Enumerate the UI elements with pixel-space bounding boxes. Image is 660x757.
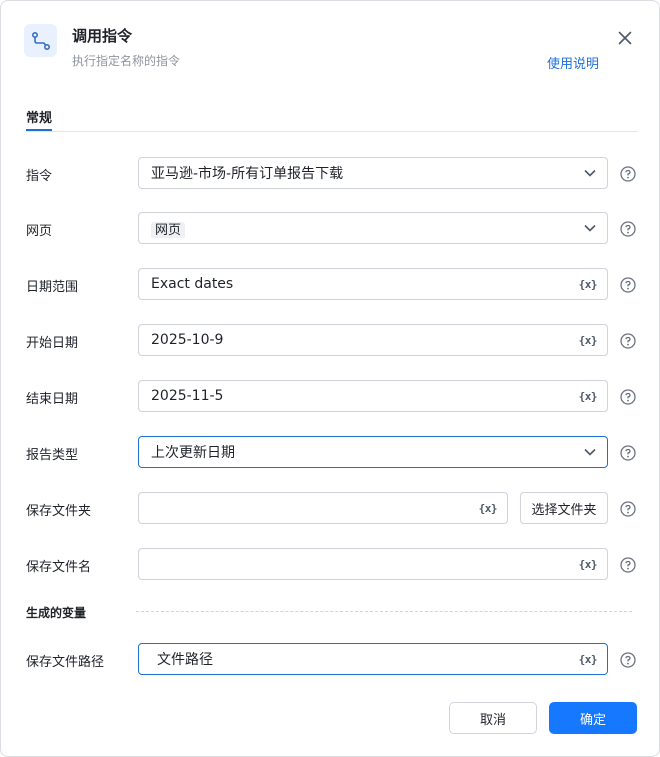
dialog-title: 调用指令	[72, 27, 133, 45]
choose-folder-button[interactable]: 选择文件夹	[520, 492, 608, 524]
save-filename-input[interactable]: {x}	[138, 548, 608, 580]
command-value: 亚马逊-市场-所有订单报告下载	[151, 166, 344, 182]
command-select[interactable]: 亚马逊-市场-所有订单报告下载	[138, 157, 608, 189]
dialog-subtitle: 执行指定名称的指令	[72, 54, 181, 68]
help-icon[interactable]	[620, 166, 636, 182]
end-date-input[interactable]: 2025-11-5 {x}	[138, 380, 608, 412]
confirm-button[interactable]: 确定	[549, 702, 637, 734]
invoke-command-dialog: 调用指令 执行指定名称的指令 使用说明 常规 指令 亚马逊-市场-所有订单报告下…	[0, 0, 660, 757]
help-icon[interactable]	[620, 333, 636, 349]
end-date-label: 结束日期	[26, 392, 79, 407]
usage-guide-link[interactable]: 使用说明	[547, 53, 599, 72]
chevron-down-icon	[583, 166, 597, 180]
date-range-label: 日期范围	[26, 280, 79, 295]
help-icon[interactable]	[620, 445, 636, 461]
start-date-label: 开始日期	[26, 336, 79, 351]
cancel-button[interactable]: 取消	[449, 702, 537, 734]
save-path-label: 保存文件路径	[26, 655, 105, 670]
tab-divider	[26, 131, 638, 132]
start-date-value: 2025-10-9	[151, 332, 224, 348]
flow-route-icon	[24, 24, 57, 57]
webpage-tag: 网页	[151, 221, 186, 238]
help-icon[interactable]	[620, 652, 636, 668]
command-label: 指令	[26, 169, 53, 184]
variable-icon[interactable]: {x}	[579, 558, 598, 571]
report-type-select[interactable]: 上次更新日期	[138, 436, 608, 468]
save-folder-input[interactable]: {x}	[138, 492, 508, 524]
start-date-input[interactable]: 2025-10-9 {x}	[138, 324, 608, 356]
end-date-value: 2025-11-5	[151, 388, 224, 404]
webpage-select[interactable]: 网页	[138, 212, 608, 244]
date-range-input[interactable]: Exact dates {x}	[138, 268, 608, 300]
variable-icon[interactable]: {x}	[479, 502, 498, 515]
help-icon[interactable]	[620, 389, 636, 405]
generated-vars-title: 生成的变量	[26, 606, 87, 620]
date-range-value: Exact dates	[151, 276, 234, 292]
help-icon[interactable]	[620, 557, 636, 573]
close-icon[interactable]	[614, 27, 636, 49]
save-path-input[interactable]: 文件路径 {x}	[138, 643, 608, 675]
help-icon[interactable]	[620, 277, 636, 293]
save-filename-label: 保存文件名	[26, 560, 92, 575]
variable-icon[interactable]: {x}	[579, 278, 598, 291]
report-type-value: 上次更新日期	[151, 445, 235, 461]
save-folder-label: 保存文件夹	[26, 504, 92, 519]
chevron-down-icon	[583, 445, 597, 459]
section-divider	[136, 611, 632, 612]
report-type-label: 报告类型	[26, 448, 79, 463]
chevron-down-icon	[583, 221, 597, 235]
variable-icon[interactable]: {x}	[579, 390, 598, 403]
variable-icon[interactable]: {x}	[579, 653, 598, 666]
help-icon[interactable]	[620, 501, 636, 517]
webpage-label: 网页	[26, 224, 53, 239]
save-path-value: 文件路径	[157, 652, 213, 668]
help-icon[interactable]	[620, 221, 636, 237]
variable-icon[interactable]: {x}	[579, 334, 598, 347]
